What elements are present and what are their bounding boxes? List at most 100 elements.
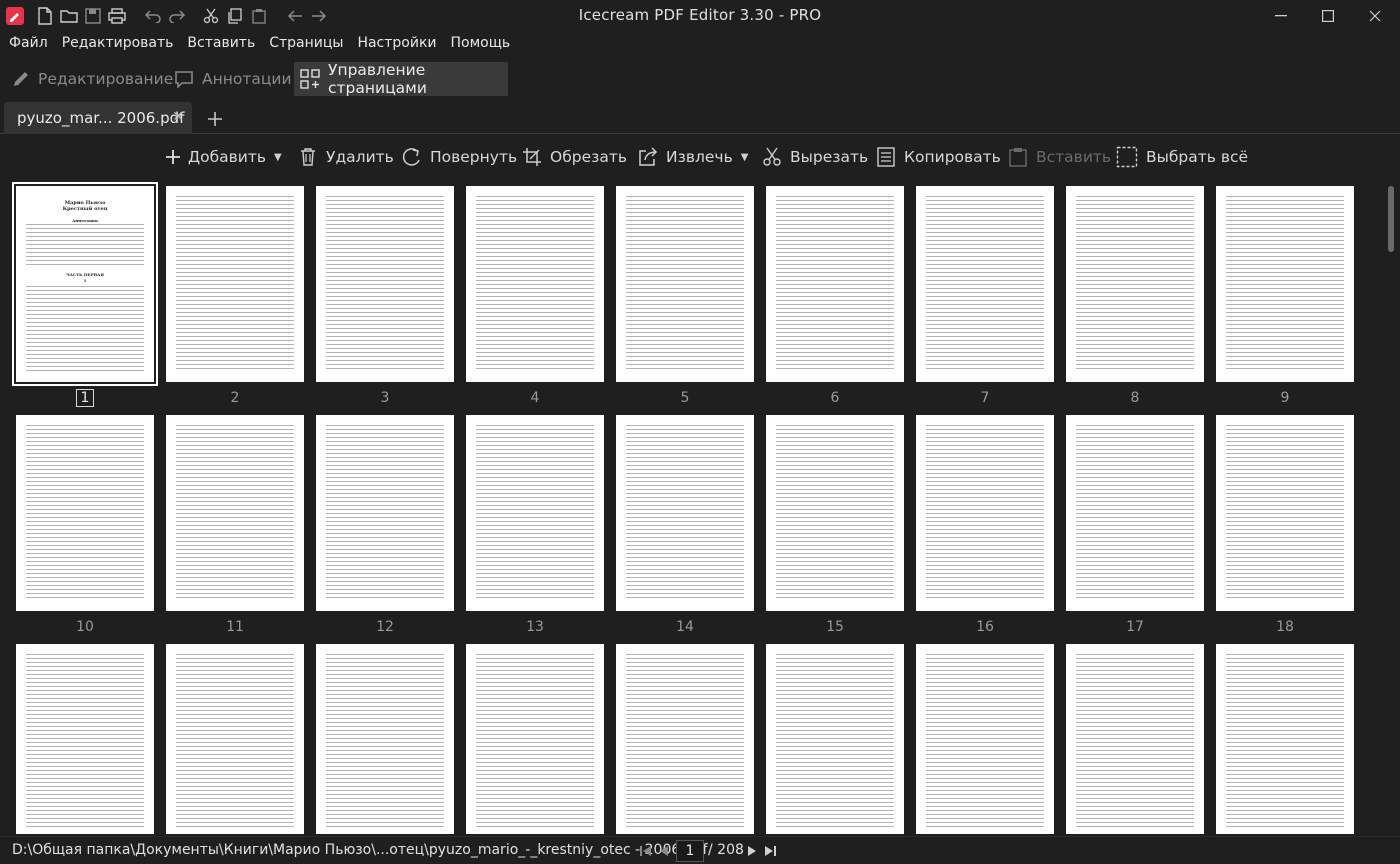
first-page-icon[interactable] bbox=[638, 843, 654, 859]
page-thumbnail[interactable] bbox=[1066, 186, 1204, 382]
page-number-text: 18 bbox=[1276, 619, 1294, 635]
page-number-label: 6 bbox=[766, 390, 904, 406]
rotate-button[interactable]: Повернуть bbox=[402, 142, 517, 172]
tab-page-management[interactable]: Управление страницами bbox=[294, 61, 508, 97]
page-thumbnail[interactable] bbox=[766, 644, 904, 834]
page-number-label: 7 bbox=[916, 390, 1054, 406]
page-number-label: 8 bbox=[1066, 390, 1204, 406]
delete-button[interactable]: Удалить bbox=[298, 142, 394, 172]
prev-page-icon[interactable] bbox=[656, 843, 672, 859]
page-thumbnail[interactable] bbox=[16, 644, 154, 834]
page-thumbnail[interactable] bbox=[766, 186, 904, 382]
page-thumbnail[interactable] bbox=[616, 415, 754, 611]
page-total: / 208 bbox=[708, 842, 744, 858]
page-number-label: 14 bbox=[616, 619, 754, 635]
page-thumbnail[interactable] bbox=[16, 415, 154, 611]
cut-button[interactable]: Вырезать bbox=[762, 142, 868, 172]
page-thumbnail[interactable] bbox=[766, 415, 904, 611]
page-number-text: 16 bbox=[976, 619, 994, 635]
title-bar: Icecream PDF Editor 3.30 - PRO bbox=[0, 0, 1400, 32]
page-thumbnail[interactable] bbox=[166, 186, 304, 382]
title-page-annotation: Аннотация bbox=[72, 218, 98, 223]
page-thumbnail[interactable] bbox=[316, 415, 454, 611]
window-title: Icecream PDF Editor 3.30 - PRO bbox=[578, 6, 822, 24]
page-text-lines bbox=[1076, 425, 1194, 601]
tab-edit-mode[interactable]: Редактирование bbox=[12, 62, 173, 96]
crop-button[interactable]: Обрезать bbox=[522, 142, 627, 172]
page-text-lines bbox=[926, 654, 1044, 830]
copy-button[interactable]: Копировать bbox=[876, 142, 1001, 172]
page-number-input[interactable] bbox=[676, 840, 704, 862]
menu-settings[interactable]: Настройки bbox=[350, 32, 443, 56]
select-all-button[interactable]: Выбрать всё bbox=[1116, 142, 1248, 172]
page-thumbnail[interactable] bbox=[466, 186, 604, 382]
page-number-text: 3 bbox=[380, 390, 390, 406]
title-page-part: ЧАСТЬ ПЕРВАЯ bbox=[66, 272, 104, 277]
page-thumbnail[interactable] bbox=[1066, 415, 1204, 611]
page-thumbnail[interactable] bbox=[166, 644, 304, 834]
scrollbar-thumb[interactable] bbox=[1388, 186, 1394, 252]
page-thumbnail[interactable] bbox=[316, 644, 454, 834]
document-tab[interactable]: pyuzo_mar... 2006.pdf ✕ bbox=[4, 102, 192, 134]
tab-annotations[interactable]: Аннотации bbox=[174, 62, 292, 96]
page-thumbnail[interactable] bbox=[616, 186, 754, 382]
page-thumbnail[interactable] bbox=[1216, 415, 1354, 611]
page-thumbnail[interactable] bbox=[916, 644, 1054, 834]
page-text-lines bbox=[326, 654, 444, 830]
add-label: Добавить bbox=[188, 148, 267, 166]
dropdown-caret-icon: ▼ bbox=[740, 151, 749, 163]
close-window-button[interactable] bbox=[1352, 0, 1398, 32]
extract-button[interactable]: Извлечь ▼ bbox=[638, 142, 748, 172]
maximize-button[interactable] bbox=[1305, 0, 1351, 32]
add-button[interactable]: Добавить ▼ bbox=[166, 142, 282, 172]
tab-page-management-label: Управление страницами bbox=[328, 61, 427, 97]
page-text-lines bbox=[1226, 425, 1344, 601]
add-tab-button[interactable] bbox=[202, 106, 228, 132]
page-text-lines bbox=[926, 425, 1044, 601]
paste-button[interactable]: Вставить bbox=[1008, 142, 1111, 172]
page-thumbnail[interactable] bbox=[916, 415, 1054, 611]
menu-file[interactable]: Файл bbox=[0, 32, 55, 56]
document-path: D:\Общая папка\Документы\Книги\Марио Пью… bbox=[12, 842, 708, 858]
close-tab-icon[interactable]: ✕ bbox=[172, 109, 184, 125]
page-thumbnail[interactable] bbox=[466, 415, 604, 611]
menu-edit[interactable]: Редактировать bbox=[55, 32, 181, 56]
page-toolbar: Добавить ▼ Удалить Повернуть Обрезать Из… bbox=[0, 142, 1400, 172]
page-thumbnail[interactable] bbox=[916, 186, 1054, 382]
vertical-scrollbar[interactable] bbox=[1387, 186, 1395, 834]
page-text-lines bbox=[776, 654, 894, 830]
page-thumbnail[interactable] bbox=[616, 644, 754, 834]
trash-icon bbox=[298, 147, 318, 167]
page-thumbnail[interactable]: Марио Пьюзо Крестный отец Аннотация ЧАСТЬ П… bbox=[12, 182, 158, 386]
minimize-button[interactable] bbox=[1258, 0, 1304, 32]
tab-annotations-label: Аннотации bbox=[202, 70, 292, 88]
page-thumbnail[interactable] bbox=[1216, 644, 1354, 834]
page-thumbnail[interactable] bbox=[1216, 186, 1354, 382]
page-number-text: 8 bbox=[1130, 390, 1140, 406]
crop-label: Обрезать bbox=[550, 148, 628, 166]
dropdown-caret-icon: ▼ bbox=[274, 151, 282, 163]
last-page-icon[interactable] bbox=[762, 843, 778, 859]
page-text-lines bbox=[26, 654, 144, 830]
menu-pages[interactable]: Страницы bbox=[262, 32, 350, 56]
page-thumbnail[interactable] bbox=[466, 644, 604, 834]
page-text-lines bbox=[26, 224, 144, 266]
tab-edit-mode-label: Редактирование bbox=[38, 70, 174, 88]
page-number-text: 15 bbox=[826, 619, 844, 635]
page-text-lines bbox=[326, 425, 444, 601]
page-number-text: 2 bbox=[230, 390, 240, 406]
copy-label: Копировать bbox=[904, 148, 1001, 166]
page-number-label: 11 bbox=[166, 619, 304, 635]
page-thumbnail[interactable] bbox=[1066, 644, 1204, 834]
page-text-lines bbox=[176, 654, 294, 830]
page-text-lines bbox=[626, 196, 744, 372]
page-thumbnail[interactable] bbox=[166, 415, 304, 611]
page-thumbnail[interactable] bbox=[316, 186, 454, 382]
paste-label: Вставить bbox=[1036, 148, 1112, 166]
menu-bar: Файл Редактировать Вставить Страницы Нас… bbox=[0, 32, 517, 56]
menu-help[interactable]: Помощь bbox=[444, 32, 518, 56]
page-number-text: 11 bbox=[226, 619, 244, 635]
next-page-icon[interactable] bbox=[744, 843, 760, 859]
document-tab-label: pyuzo_mar... 2006.pdf bbox=[17, 109, 185, 127]
menu-insert[interactable]: Вставить bbox=[180, 32, 262, 56]
